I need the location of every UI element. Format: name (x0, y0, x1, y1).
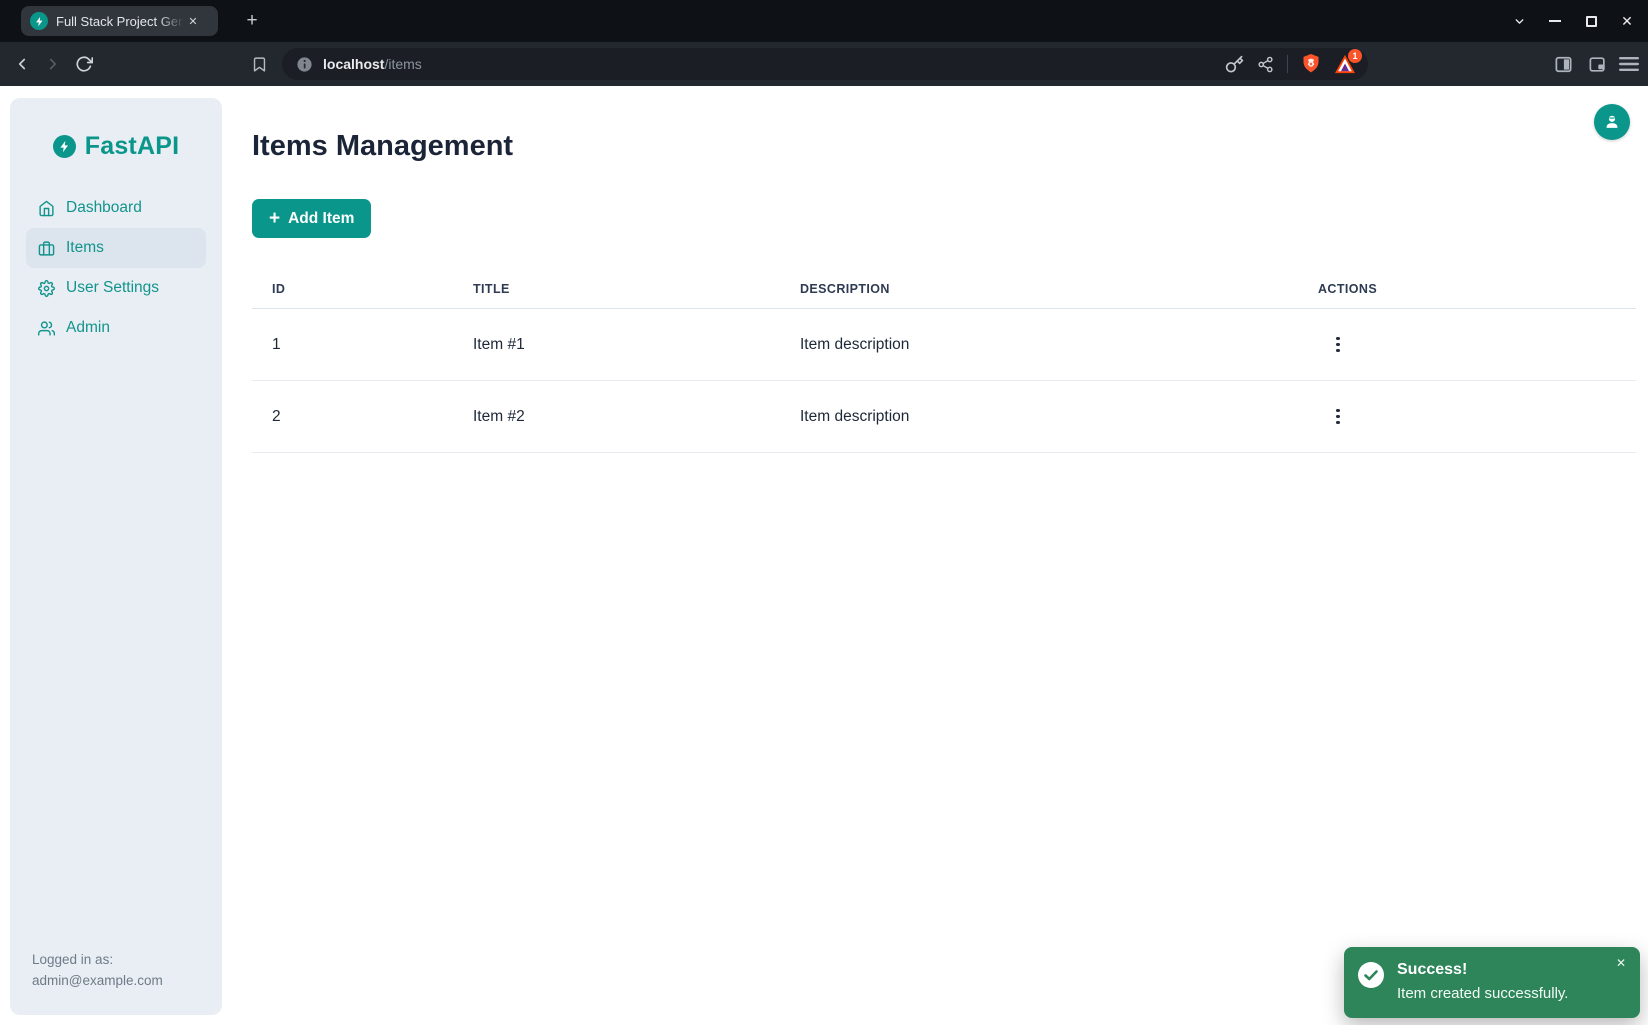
home-icon (38, 200, 55, 217)
window-close-button[interactable]: ✕ (1616, 10, 1638, 32)
toast-message: Item created successfully. (1397, 984, 1568, 1004)
row-actions-kebab-icon[interactable] (1325, 332, 1351, 358)
brave-rewards-icon[interactable]: 1 (1334, 54, 1356, 74)
items-table: ID TITLE DESCRIPTION ACTIONS 1 Item #1 I… (252, 270, 1636, 453)
sidebar-item-label: Dashboard (66, 199, 142, 217)
site-info-icon[interactable] (296, 56, 313, 73)
table-header-row: ID TITLE DESCRIPTION ACTIONS (252, 270, 1636, 309)
toolbar-divider (1287, 55, 1288, 73)
column-header-title: TITLE (453, 270, 780, 309)
plus-icon: + (269, 209, 280, 228)
tab-search-chevron-icon[interactable] (1508, 10, 1530, 32)
logged-in-label: Logged in as: (32, 949, 163, 970)
column-header-description: DESCRIPTION (780, 270, 1298, 309)
sidebar-panel-icon[interactable] (1552, 53, 1574, 75)
browser-tab-bar: Full Stack Project Genera ✕ + ✕ (0, 0, 1648, 42)
tab-close-icon[interactable]: ✕ (184, 12, 202, 30)
window-maximize-button[interactable] (1580, 10, 1602, 32)
url-text: localhost/items (323, 56, 1225, 72)
table-row: 2 Item #2 Item description (252, 381, 1636, 453)
column-header-id: ID (252, 270, 453, 309)
cell-title: Item #2 (453, 381, 780, 453)
fastapi-logo-icon (53, 135, 76, 158)
address-bar-actions: 1 (1225, 53, 1356, 75)
toast-close-icon[interactable]: ✕ (1612, 954, 1630, 972)
fastapi-favicon-icon (30, 12, 48, 30)
check-circle-icon (1358, 962, 1384, 1005)
add-item-button[interactable]: + Add Item (252, 199, 371, 238)
add-item-label: Add Item (288, 210, 354, 228)
new-tab-button[interactable]: + (240, 9, 264, 33)
user-avatar-button[interactable] (1594, 104, 1630, 140)
browser-toolbar: localhost/items 1 (0, 42, 1648, 86)
sidebar: FastAPI Dashboard Items User Settings (10, 98, 222, 1015)
main-content: Items Management + Add Item ID TITLE DES… (252, 86, 1636, 1025)
users-icon (38, 320, 55, 337)
window-controls: ✕ (1508, 0, 1638, 42)
brave-shield-icon[interactable] (1301, 53, 1321, 75)
briefcase-icon (38, 240, 55, 257)
share-icon[interactable] (1257, 56, 1274, 73)
gear-icon (38, 280, 55, 297)
url-path: /items (384, 56, 421, 72)
sidebar-item-admin[interactable]: Admin (26, 308, 206, 348)
cell-description: Item description (780, 381, 1298, 453)
cell-id: 2 (252, 381, 453, 453)
cell-title: Item #1 (453, 309, 780, 381)
page-content: FastAPI Dashboard Items User Settings (0, 86, 1648, 1025)
browser-tab[interactable]: Full Stack Project Genera ✕ (21, 6, 218, 36)
row-actions-kebab-icon[interactable] (1325, 404, 1351, 430)
cell-description: Item description (780, 309, 1298, 381)
bookmark-icon[interactable] (248, 53, 270, 75)
forward-button[interactable] (42, 53, 64, 75)
logged-in-email: admin@example.com (32, 970, 163, 991)
sidebar-item-label: Admin (66, 319, 110, 337)
logged-in-footer: Logged in as: admin@example.com (32, 949, 163, 991)
page-title: Items Management (252, 128, 1636, 164)
fastapi-logo-text: FastAPI (85, 132, 179, 161)
password-key-icon[interactable] (1225, 55, 1244, 74)
fastapi-logo: FastAPI (10, 132, 222, 161)
toast-title: Success! (1397, 960, 1568, 980)
cell-id: 1 (252, 309, 453, 381)
sidebar-nav: Dashboard Items User Settings Admin (10, 188, 222, 348)
url-host: localhost (323, 56, 384, 72)
user-icon (1602, 112, 1622, 132)
sidebar-item-label: Items (66, 239, 104, 257)
menu-hamburger-icon[interactable] (1618, 53, 1640, 75)
sidebar-item-label: User Settings (66, 279, 159, 297)
address-bar[interactable]: localhost/items 1 (282, 48, 1368, 80)
sidebar-item-user-settings[interactable]: User Settings (26, 268, 206, 308)
toast-text: Success! Item created successfully. (1397, 960, 1568, 1005)
tab-title: Full Stack Project Genera (56, 14, 184, 29)
wallet-icon[interactable] (1586, 53, 1608, 75)
success-toast: Success! Item created successfully. ✕ (1344, 947, 1640, 1018)
sidebar-item-dashboard[interactable]: Dashboard (26, 188, 206, 228)
table-row: 1 Item #1 Item description (252, 309, 1636, 381)
back-button[interactable] (11, 53, 33, 75)
reload-button[interactable] (73, 53, 95, 75)
sidebar-item-items[interactable]: Items (26, 228, 206, 268)
column-header-actions: ACTIONS (1298, 270, 1636, 309)
rewards-badge: 1 (1348, 49, 1362, 63)
window-minimize-button[interactable] (1544, 10, 1566, 32)
